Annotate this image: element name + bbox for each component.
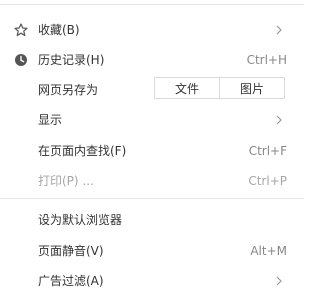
chevron-right-icon — [276, 25, 282, 35]
menu-item-label: 广告过滤(A) — [38, 274, 104, 288]
menu-item-shortcut: Ctrl+P — [248, 174, 287, 188]
save-as-image-button[interactable]: 图片 — [219, 77, 285, 99]
menu-item-label: 历史记录(H) — [38, 53, 105, 67]
menu-item-shortcut: Alt+M — [250, 244, 287, 258]
menu-item-label: 页面静音(V) — [38, 244, 104, 258]
menu-item-shortcut: Ctrl+F — [248, 144, 287, 158]
browser-context-menu: 收藏(B) 历史记录(H) Ctrl+H 网页另存为 文件 图片 显示 在页面内… — [0, 0, 304, 300]
chevron-right-icon — [276, 276, 282, 286]
menu-separator-top — [0, 4, 304, 5]
star-icon — [14, 23, 28, 37]
menu-item-shortcut: Ctrl+H — [246, 53, 287, 67]
menu-item-label: 网页另存为 — [38, 83, 99, 97]
menu-item-label: 打印(P) ... — [38, 174, 94, 188]
menu-item-label: 收藏(B) — [38, 23, 80, 37]
menu-item-mute-page[interactable]: 页面静音(V) Alt+M — [0, 237, 304, 265]
menu-item-label: 在页面内查找(F) — [38, 144, 127, 158]
menu-item-label: 显示 — [38, 113, 63, 127]
menu-item-favorites[interactable]: 收藏(B) — [0, 16, 304, 44]
menu-item-ad-filter[interactable]: 广告过滤(A) — [0, 267, 304, 295]
menu-item-history[interactable]: 历史记录(H) Ctrl+H — [0, 46, 304, 74]
menu-item-display[interactable]: 显示 — [0, 106, 304, 134]
menu-item-label: 设为默认浏览器 — [38, 213, 123, 227]
chevron-right-icon — [276, 115, 282, 125]
menu-item-find-in-page[interactable]: 在页面内查找(F) Ctrl+F — [0, 137, 304, 165]
save-as-file-button[interactable]: 文件 — [154, 77, 220, 99]
clock-icon — [15, 54, 27, 66]
menu-item-print: 打印(P) ... Ctrl+P — [0, 167, 304, 195]
menu-separator — [0, 198, 304, 199]
menu-item-set-default-browser[interactable]: 设为默认浏览器 — [0, 206, 304, 234]
menu-item-save-page-as: 网页另存为 文件 图片 — [0, 76, 304, 104]
